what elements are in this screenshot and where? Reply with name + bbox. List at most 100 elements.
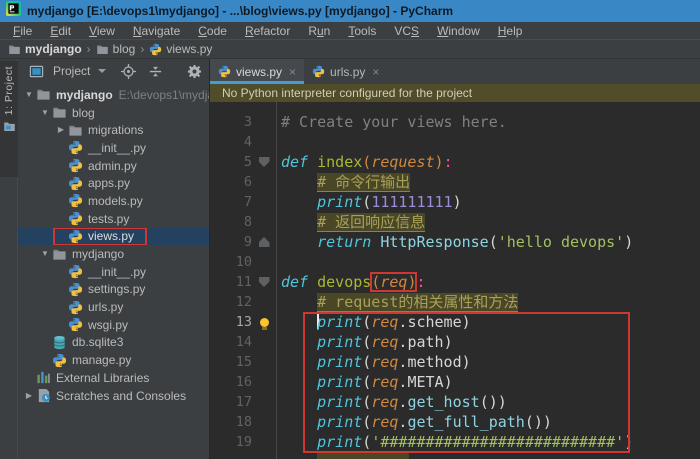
sidebar-tab-project[interactable]: 1: Project [0, 61, 18, 177]
line-number[interactable]: 3 [210, 112, 252, 132]
project-tab-label: 1: Project [3, 66, 15, 115]
tree-item-blog[interactable]: ▼blog [18, 104, 209, 122]
code-text[interactable]: def devops(req): [276, 272, 700, 292]
code-token [281, 373, 317, 391]
code-text[interactable] [276, 452, 700, 459]
breadcrumb-mydjango[interactable]: mydjango [8, 42, 82, 56]
tree-item-init-py[interactable]: __init__.py [18, 263, 209, 281]
tree-item-tests-py[interactable]: tests.py [18, 210, 209, 228]
code-text[interactable]: def index(request): [276, 152, 700, 172]
code-text[interactable]: print(req.scheme) [276, 312, 700, 332]
code-text[interactable]: print(111111111) [276, 192, 700, 212]
fold-up-icon[interactable] [259, 237, 270, 247]
menu-window[interactable]: Window [428, 24, 489, 38]
line-number[interactable]: 19 [210, 432, 252, 452]
line-number[interactable]: 12 [210, 292, 252, 312]
code-text[interactable] [276, 132, 700, 152]
tree-item-settings-py[interactable]: settings.py [18, 281, 209, 299]
menu-run[interactable]: Run [299, 24, 339, 38]
code-text[interactable]: # request的相关属性和方法 [276, 292, 700, 312]
tree-item-urls-py[interactable]: urls.py [18, 298, 209, 316]
code-text[interactable]: print('##########################') [276, 432, 700, 452]
tree-item-wsgi-py[interactable]: wsgi.py [18, 316, 209, 334]
tab-views-py[interactable]: views.py× [210, 59, 304, 84]
line-number[interactable]: 13 [210, 312, 252, 332]
line-number[interactable]: 9 [210, 232, 252, 252]
code-editor[interactable]: 3 # Create your views here. 45 def index(re… [210, 102, 700, 459]
code-text[interactable]: # Create your views here. [276, 112, 700, 132]
fold-down-icon[interactable] [259, 157, 270, 167]
menu-refactor[interactable]: Refactor [236, 24, 299, 38]
chevron-down-icon[interactable]: ▼ [22, 91, 36, 99]
menu-file[interactable]: File [4, 24, 41, 38]
menu-view[interactable]: View [80, 24, 124, 38]
fold-down-icon[interactable] [259, 277, 270, 287]
close-icon[interactable]: × [289, 66, 296, 78]
line-number[interactable] [210, 452, 252, 459]
code-text[interactable]: # 返回响应信息 [276, 212, 700, 232]
code-text[interactable]: # 命令行输出 [276, 172, 700, 192]
line-number[interactable]: 5 [210, 152, 252, 172]
locate-icon[interactable] [121, 64, 136, 79]
libraries-icon [36, 370, 51, 385]
tree-item-models-py[interactable]: models.py [18, 192, 209, 210]
breadcrumb-blog[interactable]: blog [96, 42, 136, 56]
line-number[interactable]: 4 [210, 132, 252, 152]
gutter-cell [252, 372, 276, 392]
close-icon[interactable]: × [372, 66, 379, 78]
code-text[interactable]: print(req.method) [276, 352, 700, 372]
code-text[interactable]: print(req.get_host()) [276, 392, 700, 412]
settings-icon[interactable] [187, 64, 202, 79]
line-number[interactable]: 16 [210, 372, 252, 392]
tree-item-external-libraries[interactable]: External Libraries [18, 369, 209, 387]
code-text[interactable]: print(req.META) [276, 372, 700, 392]
tree-item-views-py[interactable]: views.py [18, 228, 209, 246]
tree-item-migrations[interactable]: ▶migrations [18, 121, 209, 139]
line-number[interactable]: 10 [210, 252, 252, 272]
menu-navigate[interactable]: Navigate [124, 24, 189, 38]
line-number[interactable]: 17 [210, 392, 252, 412]
line-number[interactable]: 15 [210, 352, 252, 372]
title-bar[interactable]: mydjango [E:\devops1\mydjango] - ...\blo… [0, 0, 700, 22]
line-number[interactable]: 14 [210, 332, 252, 352]
chevron-right-icon[interactable]: ▶ [54, 126, 68, 134]
code-token: method [407, 353, 461, 371]
code-text[interactable]: return HttpResponse('hello devops') [276, 232, 700, 252]
tree-item-label: views.py [88, 229, 134, 243]
line-number[interactable]: 7 [210, 192, 252, 212]
tab-label: urls.py [330, 65, 365, 79]
tree-item-admin-py[interactable]: admin.py [18, 157, 209, 175]
code-text[interactable]: print(req.get_full_path()) [276, 412, 700, 432]
tree-item-mydjango[interactable]: ▼mydjangoE:\devops1\mydjango [18, 86, 209, 104]
code-line-8: 8 # 返回响应信息 [210, 212, 700, 232]
tree-item-scratches-and-consoles[interactable]: ▶Scratches and Consoles [18, 387, 209, 405]
tree-item-manage-py[interactable]: manage.py [18, 351, 209, 369]
line-number[interactable]: 11 [210, 272, 252, 292]
collapse-all-icon[interactable] [148, 64, 163, 79]
code-token: print [317, 313, 362, 331]
tree-item-init-py[interactable]: __init__.py [18, 139, 209, 157]
chevron-down-icon[interactable]: ▼ [38, 250, 52, 258]
menu-code[interactable]: Code [189, 24, 236, 38]
chevron-down-icon[interactable] [98, 69, 106, 73]
tree-item-mydjango[interactable]: ▼mydjango [18, 245, 209, 263]
tree-item-db-sqlite3[interactable]: db.sqlite3 [18, 334, 209, 352]
chevron-right-icon[interactable]: ▶ [22, 392, 36, 400]
code-token: ( [362, 153, 371, 171]
lightbulb-icon[interactable] [260, 318, 269, 327]
line-number[interactable]: 18 [210, 412, 252, 432]
code-text[interactable] [276, 252, 700, 272]
tab-urls-py[interactable]: urls.py × [304, 59, 387, 84]
chevron-down-icon[interactable]: ▼ [38, 109, 52, 117]
menu-help[interactable]: Help [489, 24, 532, 38]
code-token: ) [624, 433, 633, 451]
menu-tools[interactable]: Tools [339, 24, 385, 38]
line-number[interactable]: 8 [210, 212, 252, 232]
code-text[interactable]: print(req.path) [276, 332, 700, 352]
breadcrumb-views-py[interactable]: views.py [149, 42, 212, 56]
menu-edit[interactable]: Edit [41, 24, 80, 38]
line-number[interactable]: 6 [210, 172, 252, 192]
gutter-separator [276, 102, 277, 459]
menu-vcs[interactable]: VCS [385, 24, 428, 38]
tree-item-apps-py[interactable]: apps.py [18, 174, 209, 192]
